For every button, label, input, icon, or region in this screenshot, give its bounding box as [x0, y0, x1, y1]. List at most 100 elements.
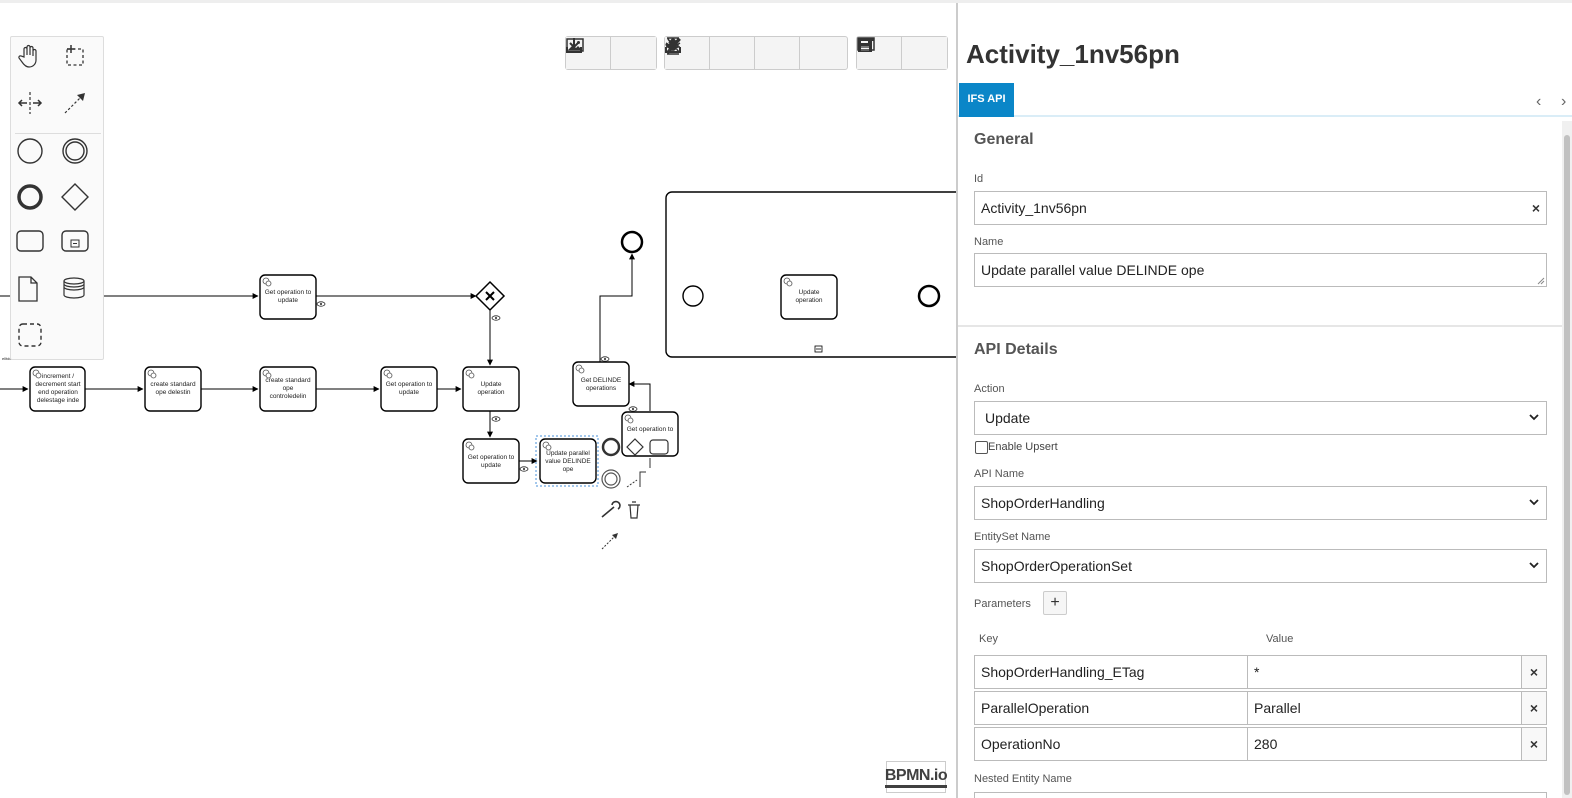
svg-text:end operation: end operation [38, 389, 78, 396]
svg-text:operations: operations [586, 385, 617, 392]
svg-text:ope: ope [563, 466, 574, 473]
svg-text:create standard: create standard [265, 377, 311, 384]
task-get-operation-mid[interactable]: Get operation to update [380, 366, 438, 412]
tab-next-icon[interactable]: › [1561, 93, 1566, 111]
svg-text:decrement start: decrement start [35, 381, 80, 388]
svg-text:Get operation to: Get operation to [627, 426, 674, 433]
svg-text:create standard: create standard [150, 381, 196, 388]
space-tool-icon[interactable] [16, 89, 52, 125]
data-object-icon[interactable] [16, 275, 52, 311]
param-key-input[interactable]: ParallelOperation [974, 691, 1248, 725]
param-key-input[interactable]: ShopOrderHandling_ETag [974, 655, 1248, 689]
svg-text:operation: operation [477, 389, 504, 396]
hand-tool-icon[interactable] [16, 43, 52, 79]
task-update-parallel-selected[interactable]: Update parallel value DELINDE ope [535, 435, 599, 487]
task-create-delestin[interactable]: create standard ope delestin [144, 366, 202, 412]
action-label: Action [974, 383, 1005, 395]
parameters-label: Parameters [974, 598, 1031, 610]
properties-panel: Activity_1nv56pn IFS API ‹ › General Id … [956, 3, 1572, 798]
svg-text:Get operation to: Get operation to [468, 454, 515, 461]
svg-text:Update: Update [799, 289, 820, 296]
scrollbar-thumb[interactable] [1564, 135, 1570, 795]
param-key-input[interactable]: OperationNo [974, 727, 1248, 761]
end-event[interactable] [620, 230, 644, 254]
tab-ifs-api[interactable]: IFS API [959, 83, 1014, 117]
group-title-api: API Details [974, 341, 1058, 358]
task-create-controledelin[interactable]: create standard ope controledelin [259, 366, 317, 412]
remove-param-icon[interactable]: × [1522, 727, 1547, 761]
subprocess-icon[interactable] [61, 229, 97, 265]
clear-id-icon[interactable]: × [1532, 200, 1540, 216]
svg-text:Update parallel: Update parallel [546, 450, 590, 457]
tab-underline [958, 115, 1572, 117]
svg-text:delestage inde: delestage inde [37, 397, 80, 404]
enable-upsert-checkbox[interactable] [975, 441, 988, 454]
add-parameter-button[interactable]: + [1043, 591, 1067, 615]
svg-text:controledelin: controledelin [270, 393, 307, 400]
svg-text:ope delestin: ope delestin [155, 389, 190, 396]
image-icon[interactable] [566, 37, 656, 69]
bpmn-io-logo[interactable]: BPMN.io [884, 761, 948, 793]
lasso-tool-icon[interactable] [61, 43, 97, 79]
chevron-down-icon [1529, 562, 1539, 569]
api-name-select[interactable]: ShopOrderHandling [974, 486, 1547, 520]
bug-icon[interactable] [665, 37, 800, 69]
end-event-icon[interactable] [16, 183, 52, 219]
action-select[interactable]: Update [974, 401, 1547, 435]
intermediate-event-icon[interactable] [61, 137, 97, 173]
data-store-icon[interactable] [61, 275, 97, 311]
key-header: Key [979, 633, 998, 645]
nested-entity-label: Nested Entity Name [974, 773, 1072, 785]
task-icon[interactable] [16, 229, 52, 265]
gateway-icon[interactable] [61, 183, 97, 219]
start-event-icon[interactable] [16, 137, 52, 173]
task-get-delinde[interactable]: Get DELINDE operations [572, 356, 630, 407]
deploy-icon[interactable] [667, 37, 755, 69]
group-separator [958, 325, 1564, 327]
name-label: Name [974, 236, 1004, 248]
tool-palette [10, 36, 104, 360]
bpmn-canvas[interactable]: Get operation to update increment / decre… [0, 3, 956, 798]
task-increment[interactable]: increment / decrement start end operatio… [29, 366, 86, 412]
task-get-operation-top[interactable]: Get operation to update [259, 274, 326, 320]
diagram-svg[interactable]: Get operation to update increment / decre… [0, 3, 956, 798]
group-title-general: General [974, 131, 1034, 148]
export-toolbar [565, 36, 657, 70]
api-name-label: API Name [974, 468, 1025, 480]
connect-tool-icon[interactable] [61, 89, 97, 125]
app-root: Get operation to update increment / decre… [0, 0, 1572, 798]
chevron-down-icon [1529, 499, 1539, 506]
id-value: Activity_1nv56pn [981, 200, 1087, 216]
id-label: Id [974, 173, 984, 185]
svg-text:Get operation to: Get operation to [386, 381, 433, 388]
param-value-input[interactable]: * [1247, 655, 1522, 689]
svg-text:operation: operation [795, 297, 822, 304]
name-field[interactable]: Update parallel value DELINDE ope [974, 253, 1547, 287]
task-get-operation-low[interactable]: Get operation to update [462, 438, 529, 484]
entityset-select[interactable]: ShopOrderOperationSet [974, 549, 1547, 583]
tab-prev-icon[interactable]: ‹ [1536, 93, 1541, 111]
entityset-value: ShopOrderOperationSet [981, 558, 1132, 574]
task-update-operation[interactable]: Update operation [462, 366, 520, 422]
file-toolbar [856, 36, 948, 70]
nested-entity-field[interactable] [974, 792, 1547, 798]
panel-scrollbar[interactable] [1562, 121, 1572, 798]
value-header: Value [1266, 633, 1294, 645]
id-field[interactable]: Activity_1nv56pn × [974, 191, 1547, 225]
expanded-subprocess[interactable]: Update operation [665, 191, 956, 358]
param-value-input[interactable]: Parallel [1247, 691, 1522, 725]
svg-text:update: update [399, 389, 419, 396]
api-name-value: ShopOrderHandling [981, 495, 1105, 511]
remove-param-icon[interactable]: × [1522, 691, 1547, 725]
name-value: Update parallel value DELINDE ope [981, 262, 1205, 278]
resize-handle-icon[interactable] [1537, 277, 1545, 285]
panel-icon[interactable] [857, 37, 947, 69]
svg-text:ope: ope [283, 385, 294, 392]
enable-upsert-label: Enable Upsert [988, 441, 1058, 453]
upload-icon[interactable] [665, 37, 845, 69]
remove-param-icon[interactable]: × [1522, 655, 1547, 689]
group-icon[interactable] [16, 321, 52, 357]
svg-text:update: update [481, 462, 501, 469]
param-value-input[interactable]: 280 [1247, 727, 1522, 761]
svg-text:value DELINDE: value DELINDE [545, 458, 591, 465]
